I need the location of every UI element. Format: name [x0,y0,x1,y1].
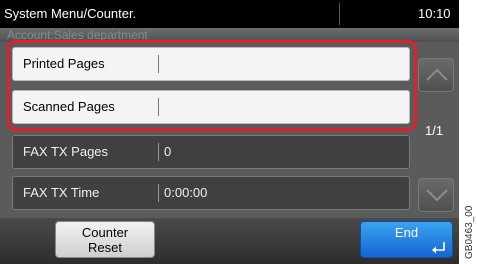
scroll-up-icon [426,68,448,81]
figure-code: GB0463_00 [464,205,475,259]
end-label: End [394,225,419,240]
clock: 10:10 [418,6,451,21]
end-button[interactable]: End [360,221,453,258]
row-fax-tx-time[interactable]: FAX TX Time 0:00:00 [12,176,410,210]
highlight-frame [7,40,417,131]
row-label: FAX TX Pages [23,144,109,159]
page-indicator: 1/1 [425,123,444,138]
enter-icon [432,242,445,254]
row-divider [158,143,159,161]
row-fax-tx-pages[interactable]: FAX TX Pages 0 [12,135,410,169]
title-divider [339,3,340,25]
scroll-down-icon [426,189,448,202]
screen: System Menu/Counter. 10:10 Account:Sales… [0,0,459,264]
counter-reset-button[interactable]: Counter Reset [55,221,155,258]
row-value: 0:00:00 [164,185,208,200]
row-label: FAX TX Time [23,185,100,200]
row-divider [158,184,159,202]
scroll-up-button[interactable] [418,58,454,92]
counter-reset-line2: Reset [88,240,122,255]
page-title: System Menu/Counter. [4,6,137,21]
row-value: 0 [164,144,172,159]
counter-reset-line1: Counter [81,225,129,240]
scroll-down-button[interactable] [418,178,454,212]
title-bar: System Menu/Counter. 10:10 [0,0,459,28]
